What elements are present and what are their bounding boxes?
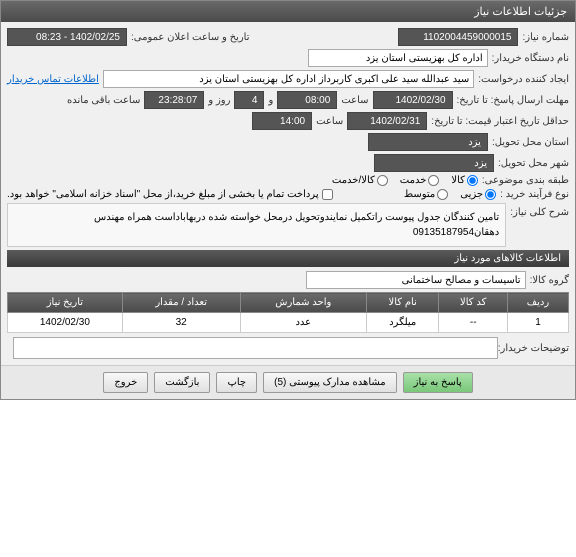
days-label: روز و — [208, 95, 230, 106]
cell-row: 1 — [507, 313, 568, 333]
exit-button[interactable]: خروج — [103, 372, 148, 393]
th-date: تاریخ نیاز — [8, 293, 123, 313]
creator-value: سید عبدالله سید علی اکبری کاربرداز اداره… — [103, 70, 474, 88]
time-label-1: ساعت — [341, 95, 368, 106]
need-no-label: شماره نیاز: — [522, 32, 569, 43]
buyer-label: نام دستگاه خریدار: — [492, 53, 569, 64]
deadline-date: 1402/02/30 — [373, 91, 453, 109]
validity-date: 1402/02/31 — [347, 112, 427, 130]
deadline-time: 08:00 — [277, 91, 337, 109]
announce-value: 1402/02/25 - 08:23 — [7, 28, 127, 46]
cell-date: 1402/02/30 — [8, 313, 123, 333]
pay-note-checkbox[interactable]: پرداخت تمام یا بخشی از مبلغ خرید،از محل … — [7, 189, 333, 200]
cat-service-radio[interactable]: خدمت — [400, 175, 440, 186]
th-code: کد کالا — [439, 293, 508, 313]
and-label: و — [268, 95, 273, 106]
buyer-value: اداره کل بهزیستی استان یزد — [308, 49, 488, 67]
city-label: شهر محل تحویل: — [498, 158, 569, 169]
cell-code: -- — [439, 313, 508, 333]
remain-label: ساعت باقی مانده — [67, 95, 140, 106]
th-qty: تعداد / مقدار — [122, 293, 240, 313]
table-row[interactable]: 1 -- میلگرد عدد 32 1402/02/30 — [8, 313, 569, 333]
print-button[interactable]: چاپ — [216, 372, 257, 393]
announce-label: تاریخ و ساعت اعلان عمومی: — [131, 32, 250, 43]
cell-name: میلگرد — [366, 313, 438, 333]
th-name: نام کالا — [366, 293, 438, 313]
notes-field[interactable] — [13, 337, 498, 359]
contact-link[interactable]: اطلاعات تماس خریدار — [7, 74, 99, 85]
validity-time: 14:00 — [252, 112, 312, 130]
group-value: تاسیسات و مصالح ساختمانی — [306, 271, 526, 289]
proc-medium-radio[interactable]: متوسط — [404, 189, 448, 200]
days-value: 4 — [234, 91, 264, 109]
items-section-header: اطلاعات کالاهای مورد نیاز — [7, 250, 569, 267]
cat-both-radio[interactable]: کالا/خدمت — [332, 175, 388, 186]
desc-text: تامین کنندگان جدول پیوست راتکمیل نمایندو… — [7, 203, 506, 247]
remain-time: 23:28:07 — [144, 91, 204, 109]
cell-qty: 32 — [122, 313, 240, 333]
th-unit: واحد شمارش — [240, 293, 366, 313]
back-button[interactable]: بازگشت — [154, 372, 210, 393]
creator-label: ایجاد کننده درخواست: — [478, 74, 569, 85]
city-value: یزد — [374, 154, 494, 172]
reply-button[interactable]: پاسخ به نیاز — [403, 372, 473, 393]
desc-label: شرح کلی نیاز: — [510, 203, 569, 218]
category-label: طبقه بندی موضوعی: — [482, 175, 569, 186]
deadline-label: مهلت ارسال پاسخ: تا تاریخ: — [457, 95, 569, 106]
items-table: ردیف کد کالا نام کالا واحد شمارش تعداد /… — [7, 292, 569, 333]
group-label: گروه کالا: — [530, 275, 569, 286]
attachments-button[interactable]: مشاهده مدارک پیوستی (5) — [263, 372, 397, 393]
cell-unit: عدد — [240, 313, 366, 333]
province-label: استان محل تحویل: — [492, 137, 569, 148]
province-value: یزد — [368, 133, 488, 151]
need-no-value: 1102004459000015 — [398, 28, 518, 46]
validity-label: حداقل تاریخ اعتبار قیمت: تا تاریخ: — [431, 116, 569, 127]
notes-label: توضیحات خریدار: — [498, 343, 569, 354]
titlebar: جزئیات اطلاعات نیاز — [1, 1, 575, 22]
th-row: ردیف — [507, 293, 568, 313]
time-label-2: ساعت — [316, 116, 343, 127]
cat-goods-radio[interactable]: کالا — [451, 175, 478, 186]
process-label: نوع فرآیند خرید : — [500, 189, 569, 200]
proc-partial-radio[interactable]: جزیی — [460, 189, 496, 200]
